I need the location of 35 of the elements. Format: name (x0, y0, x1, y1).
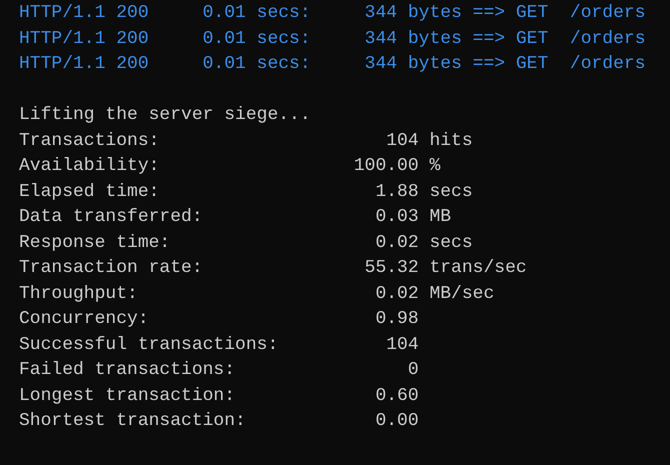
stat-label: Elapsed time: (19, 182, 160, 202)
stat-unit: secs (429, 232, 473, 254)
stat-unit: MB/sec (429, 282, 494, 306)
stat-value: 0.60 (375, 386, 419, 406)
stat-value: 104 (386, 130, 419, 150)
stat-label: Successful transactions: (19, 334, 278, 354)
stat-label: Shortest transaction: (19, 411, 246, 431)
log-line: HTTP/1.1 200 0.01 secs: 344 bytes ==> GET /orders (19, 28, 646, 48)
stat-value: 0.00 (375, 411, 419, 431)
status-message: Lifting the server siege... (19, 105, 311, 125)
stat-value: 0.02 (375, 232, 419, 252)
stat-label: Concurrency: (19, 309, 149, 329)
stat-label: Longest transaction: (19, 386, 236, 406)
stat-value: 1.88 (375, 182, 419, 202)
stat-label: Availability: (19, 156, 160, 176)
stat-unit: MB (429, 206, 452, 229)
stat-label: Data transferred: (19, 207, 203, 227)
stat-value: 0.03 (375, 207, 419, 227)
stat-unit: % (429, 155, 440, 178)
stat-label: Transactions: (19, 130, 160, 150)
log-line: HTTP/1.1 200 0.01 secs: 344 bytes ==> GET /orders (19, 54, 646, 74)
stat-value: 0 (408, 360, 419, 380)
stat-value: 0.98 (375, 309, 419, 329)
stat-unit: trans/sec (429, 257, 527, 280)
stat-unit: secs (429, 180, 473, 204)
stat-value: 100.00 (354, 156, 419, 176)
log-line: HTTP/1.1 200 0.01 secs: 344 bytes ==> GET /orders (19, 3, 646, 23)
stat-label: Transaction rate: (19, 258, 203, 278)
stat-label: Throughput: (19, 284, 138, 304)
stat-label: Response time: (19, 232, 170, 252)
stat-unit: hits (429, 130, 473, 152)
stat-label: Failed transactions: (19, 360, 236, 380)
stat-value: 0.02 (375, 284, 419, 304)
stat-value: 104 (386, 334, 419, 354)
stat-value: 55.32 (364, 258, 419, 278)
